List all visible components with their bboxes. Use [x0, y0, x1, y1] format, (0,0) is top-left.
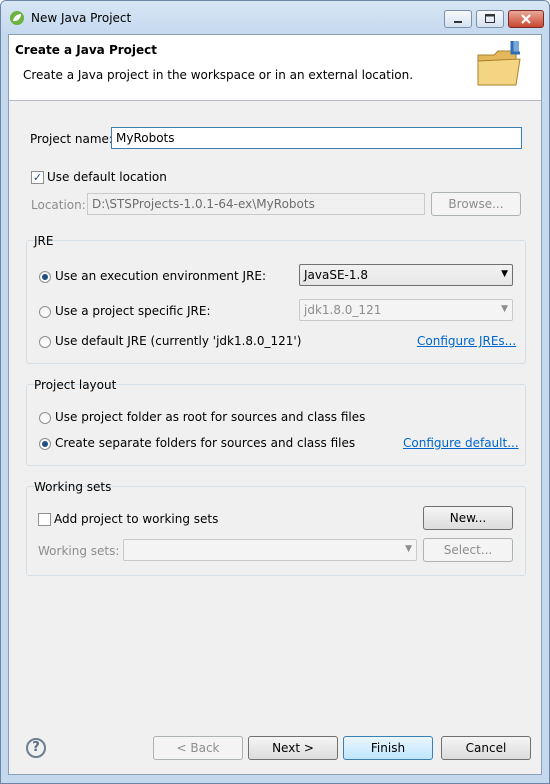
chevron-down-icon: ▼ — [501, 269, 508, 279]
wizard-banner: Create a Java Project Create a Java proj… — [9, 35, 541, 101]
title-bar[interactable]: New Java Project — [1, 1, 549, 35]
close-icon — [521, 14, 531, 24]
layout-separate-radio[interactable] — [39, 438, 51, 450]
configure-jres-link[interactable]: Configure JREs... — [417, 334, 516, 348]
jre-specific-label: Use a project specific JRE: — [55, 304, 211, 318]
working-sets-label: Working sets: — [38, 544, 120, 558]
jre-env-label: Use an execution environment JRE: — [55, 269, 267, 283]
minimize-button[interactable] — [444, 10, 472, 28]
layout-root-label: Use project folder as root for sources a… — [55, 410, 366, 424]
jre-env-select[interactable]: JavaSE-1.8 ▼ — [299, 264, 513, 286]
use-default-location-checkbox[interactable]: ✓ — [31, 171, 44, 184]
dialog-client-area: Create a Java Project Create a Java proj… — [8, 34, 542, 775]
project-layout-group — [26, 384, 526, 466]
jre-specific-select-value: jdk1.8.0_121 — [304, 303, 382, 317]
minimize-icon — [454, 21, 462, 23]
maximize-icon — [485, 14, 495, 23]
project-layout-group-title: Project layout — [34, 378, 117, 392]
working-sets-group — [26, 486, 526, 576]
banner-title: Create a Java Project — [15, 43, 158, 57]
next-button[interactable]: Next > — [248, 736, 338, 760]
jre-default-label: Use default JRE (currently 'jdk1.8.0_121… — [55, 334, 302, 348]
banner-description: Create a Java project in the workspace o… — [23, 68, 414, 82]
maximize-button[interactable] — [476, 10, 504, 28]
jre-specific-select[interactable]: jdk1.8.0_121 ▼ — [299, 299, 513, 321]
chevron-down-icon: ▼ — [501, 304, 508, 314]
cancel-button[interactable]: Cancel — [441, 736, 531, 760]
jre-env-radio[interactable] — [39, 271, 51, 283]
window-title: New Java Project — [31, 11, 132, 25]
working-sets-select[interactable]: ▼ — [123, 539, 417, 561]
add-to-working-sets-checkbox[interactable] — [38, 513, 51, 526]
project-name-input[interactable]: MyRobots — [111, 127, 522, 149]
location-label: Location: — [31, 198, 86, 212]
new-working-set-button[interactable]: New... — [423, 506, 513, 530]
layout-separate-label: Create separate folders for sources and … — [55, 436, 356, 450]
use-default-location-label: Use default location — [47, 170, 167, 184]
working-sets-group-title: Working sets — [34, 480, 112, 494]
chevron-down-icon: ▼ — [405, 544, 412, 554]
layout-root-radio[interactable] — [39, 412, 51, 424]
location-input[interactable]: D:\STSProjects-1.0.1-64-ex\MyRobots — [87, 193, 425, 215]
select-working-sets-button[interactable]: Select... — [423, 538, 513, 562]
jre-env-select-value: JavaSE-1.8 — [304, 268, 368, 282]
configure-default-link[interactable]: Configure default... — [403, 436, 519, 450]
spring-leaf-icon — [10, 11, 24, 25]
jre-specific-radio[interactable] — [39, 306, 51, 318]
project-name-label: Project name: — [30, 132, 113, 146]
dialog-window: New Java Project Create a Java Project C… — [0, 0, 550, 784]
add-to-working-sets-label: Add project to working sets — [54, 512, 219, 526]
new-folder-icon — [477, 41, 521, 86]
back-button[interactable]: < Back — [153, 736, 243, 760]
jre-default-radio[interactable] — [39, 336, 51, 348]
close-window-button[interactable] — [508, 10, 544, 28]
jre-group-title: JRE — [34, 234, 54, 248]
browse-button[interactable]: Browse... — [431, 192, 521, 216]
help-icon[interactable]: ? — [26, 738, 46, 758]
finish-button[interactable]: Finish — [343, 736, 433, 760]
